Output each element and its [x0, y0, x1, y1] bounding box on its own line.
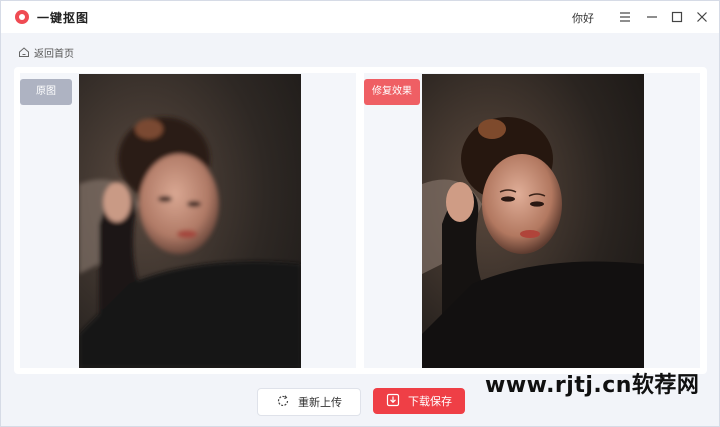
reupload-button[interactable]: 重新上传	[257, 388, 361, 416]
result-pane: 修复效果	[364, 73, 700, 368]
user-name[interactable]: 你好	[572, 10, 594, 26]
original-tag: 原图	[20, 79, 72, 105]
download-label: 下载保存	[408, 395, 452, 408]
home-icon	[18, 43, 30, 62]
reupload-label: 重新上传	[298, 396, 342, 409]
result-tag: 修复效果	[364, 79, 420, 105]
back-home-link[interactable]: 返回首页	[18, 43, 74, 62]
refresh-icon	[276, 394, 298, 411]
app-window: 一键抠图 你好 返回首页 原图 修复效果 重新上传 下载保存 www.rjtj.…	[0, 0, 720, 427]
watermark: www.rjtj.cn软荐网	[485, 373, 700, 398]
app-title: 一键抠图	[37, 11, 90, 25]
result-image	[422, 74, 644, 368]
minimize-icon[interactable]	[642, 7, 662, 27]
original-image	[79, 74, 301, 368]
maximize-icon[interactable]	[667, 7, 687, 27]
comparison-panel: 原图 修复效果	[14, 67, 707, 374]
download-icon	[386, 393, 408, 410]
close-icon[interactable]	[692, 7, 712, 27]
sub-toolbar: 返回首页	[1, 33, 719, 67]
menu-icon[interactable]	[615, 7, 635, 27]
original-pane: 原图	[20, 73, 356, 368]
download-button[interactable]: 下载保存	[373, 388, 465, 414]
app-logo-icon	[15, 10, 29, 24]
back-home-label: 返回首页	[34, 49, 74, 60]
title-bar: 一键抠图 你好	[1, 1, 719, 33]
